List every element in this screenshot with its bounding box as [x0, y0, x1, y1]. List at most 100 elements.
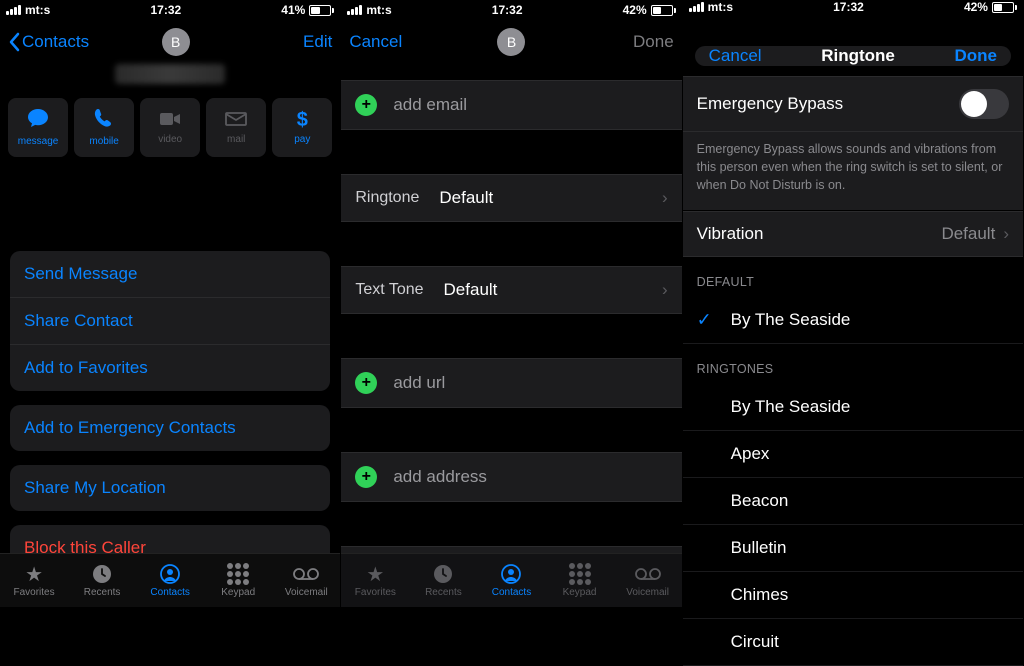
bypass-note: Emergency Bypass allows sounds and vibra… [683, 132, 1023, 211]
tab-label: Voicemail [626, 587, 669, 598]
emergency-bypass-row[interactable]: Emergency Bypass [683, 76, 1023, 132]
tab-contacts[interactable]: Contacts [136, 554, 204, 607]
default-ringtone-option[interactable]: ✓ By The Seaside [683, 297, 1023, 344]
tab-voicemail[interactable]: Voicemail [272, 554, 340, 607]
add-address-row[interactable]: + add address [341, 452, 681, 502]
action-chips: message mobile video mail $ pay [0, 98, 340, 167]
avatar[interactable]: B [497, 28, 525, 56]
status-bar: mt:s 17:32 42% [683, 0, 1023, 14]
add-address-label: add address [393, 467, 487, 487]
actions-group-3: Share My Location [10, 465, 330, 511]
ringtone-option[interactable]: Circuit [683, 619, 1023, 666]
done-button[interactable]: Done [954, 46, 997, 66]
check-icon: ✓ [697, 310, 712, 331]
section-header-ringtones: RINGTONES [683, 344, 1023, 384]
chip-label: mobile [89, 136, 118, 147]
video-chip[interactable]: video [140, 98, 200, 157]
signal-icon [347, 5, 362, 15]
tab-favorites[interactable]: ★ Favorites [341, 554, 409, 607]
mobile-chip[interactable]: mobile [74, 98, 134, 157]
share-location[interactable]: Share My Location [10, 465, 330, 511]
tab-voicemail[interactable]: Voicemail [614, 554, 682, 607]
add-emergency[interactable]: Add to Emergency Contacts [10, 405, 330, 451]
tab-label: Favorites [13, 587, 54, 598]
option-label: Beacon [731, 491, 789, 510]
add-favorites[interactable]: Add to Favorites [10, 345, 330, 391]
chip-label: mail [227, 134, 245, 145]
ringtone-row[interactable]: Ringtone Default › [341, 174, 681, 222]
option-label: Circuit [731, 632, 779, 651]
mail-chip[interactable]: mail [206, 98, 266, 157]
tab-favorites[interactable]: ★ Favorites [0, 554, 68, 607]
chip-label: message [18, 136, 59, 147]
bypass-toggle[interactable] [959, 89, 1009, 119]
bypass-label: Emergency Bypass [697, 94, 843, 114]
phone-icon [94, 108, 114, 132]
ringtone-option[interactable]: Chimes [683, 572, 1023, 619]
tab-recents[interactable]: Recents [68, 554, 136, 607]
pay-chip[interactable]: $ pay [272, 98, 332, 157]
back-label: Contacts [22, 32, 89, 52]
texttone-key: Text Tone [355, 281, 423, 299]
contact-view-screen: mt:s 17:32 41% Contacts B Edit message [0, 0, 341, 607]
status-time: 17:32 [833, 0, 864, 14]
tab-contacts[interactable]: Contacts [477, 554, 545, 607]
done-button[interactable]: Done [604, 32, 674, 52]
send-message[interactable]: Send Message [10, 251, 330, 298]
actions-group-2: Add to Emergency Contacts [10, 405, 330, 451]
message-chip[interactable]: message [8, 98, 68, 157]
chip-label: video [158, 134, 182, 145]
tab-keypad[interactable]: Keypad [204, 554, 272, 607]
plus-icon: + [355, 372, 377, 394]
add-url-row[interactable]: + add url [341, 358, 681, 408]
tab-keypad[interactable]: Keypad [546, 554, 614, 607]
nav-bar: Cancel B Done [341, 20, 681, 64]
contacts-icon [501, 563, 521, 585]
tab-label: Recents [425, 587, 462, 598]
edit-button[interactable]: Edit [262, 32, 332, 52]
battery-pct: 42% [964, 0, 988, 14]
modal-nav: Cancel Ringtone Done [695, 46, 1011, 66]
cancel-button[interactable]: Cancel [349, 32, 419, 52]
plus-icon: + [355, 466, 377, 488]
add-email-label: add email [393, 95, 467, 115]
tab-recents[interactable]: Recents [409, 554, 477, 607]
signal-icon [6, 5, 21, 15]
carrier-label: mt:s [25, 3, 50, 17]
battery-icon [651, 5, 676, 16]
voicemail-icon [635, 563, 661, 585]
tab-label: Keypad [563, 587, 597, 598]
option-label: Chimes [731, 585, 789, 604]
tab-bar: ★ Favorites Recents Contacts Keypad Vo [341, 553, 681, 607]
ringtone-option[interactable]: By The Seaside [683, 384, 1023, 431]
ringtone-option[interactable]: Bulletin [683, 525, 1023, 572]
cancel-button[interactable]: Cancel [709, 46, 762, 66]
star-icon: ★ [366, 563, 384, 585]
texttone-val: Default [444, 280, 498, 300]
signal-icon [689, 2, 704, 12]
tab-label: Recents [84, 587, 121, 598]
battery-pct: 42% [623, 3, 647, 17]
status-bar: mt:s 17:32 42% [341, 0, 681, 20]
keypad-icon [227, 563, 249, 585]
vibration-key: Vibration [697, 224, 764, 244]
voicemail-icon [293, 563, 319, 585]
contact-edit-screen: mt:s 17:32 42% Cancel B Done + add email… [341, 0, 682, 607]
chip-label: pay [294, 134, 310, 145]
dollar-icon: $ [297, 110, 308, 130]
option-label: By The Seaside [731, 397, 851, 416]
tab-label: Contacts [150, 587, 189, 598]
status-time: 17:32 [492, 3, 523, 17]
tab-label: Contacts [492, 587, 531, 598]
share-contact[interactable]: Share Contact [10, 298, 330, 345]
vibration-row[interactable]: Vibration Default › [683, 211, 1023, 257]
texttone-row[interactable]: Text Tone Default › [341, 266, 681, 314]
clock-icon [433, 563, 453, 585]
ringtone-option[interactable]: Beacon [683, 478, 1023, 525]
tab-label: Keypad [221, 587, 255, 598]
back-button[interactable]: Contacts [8, 32, 89, 52]
avatar[interactable]: B [162, 28, 190, 56]
status-time: 17:32 [150, 3, 181, 17]
add-email-row[interactable]: + add email [341, 80, 681, 130]
ringtone-option[interactable]: Apex [683, 431, 1023, 478]
